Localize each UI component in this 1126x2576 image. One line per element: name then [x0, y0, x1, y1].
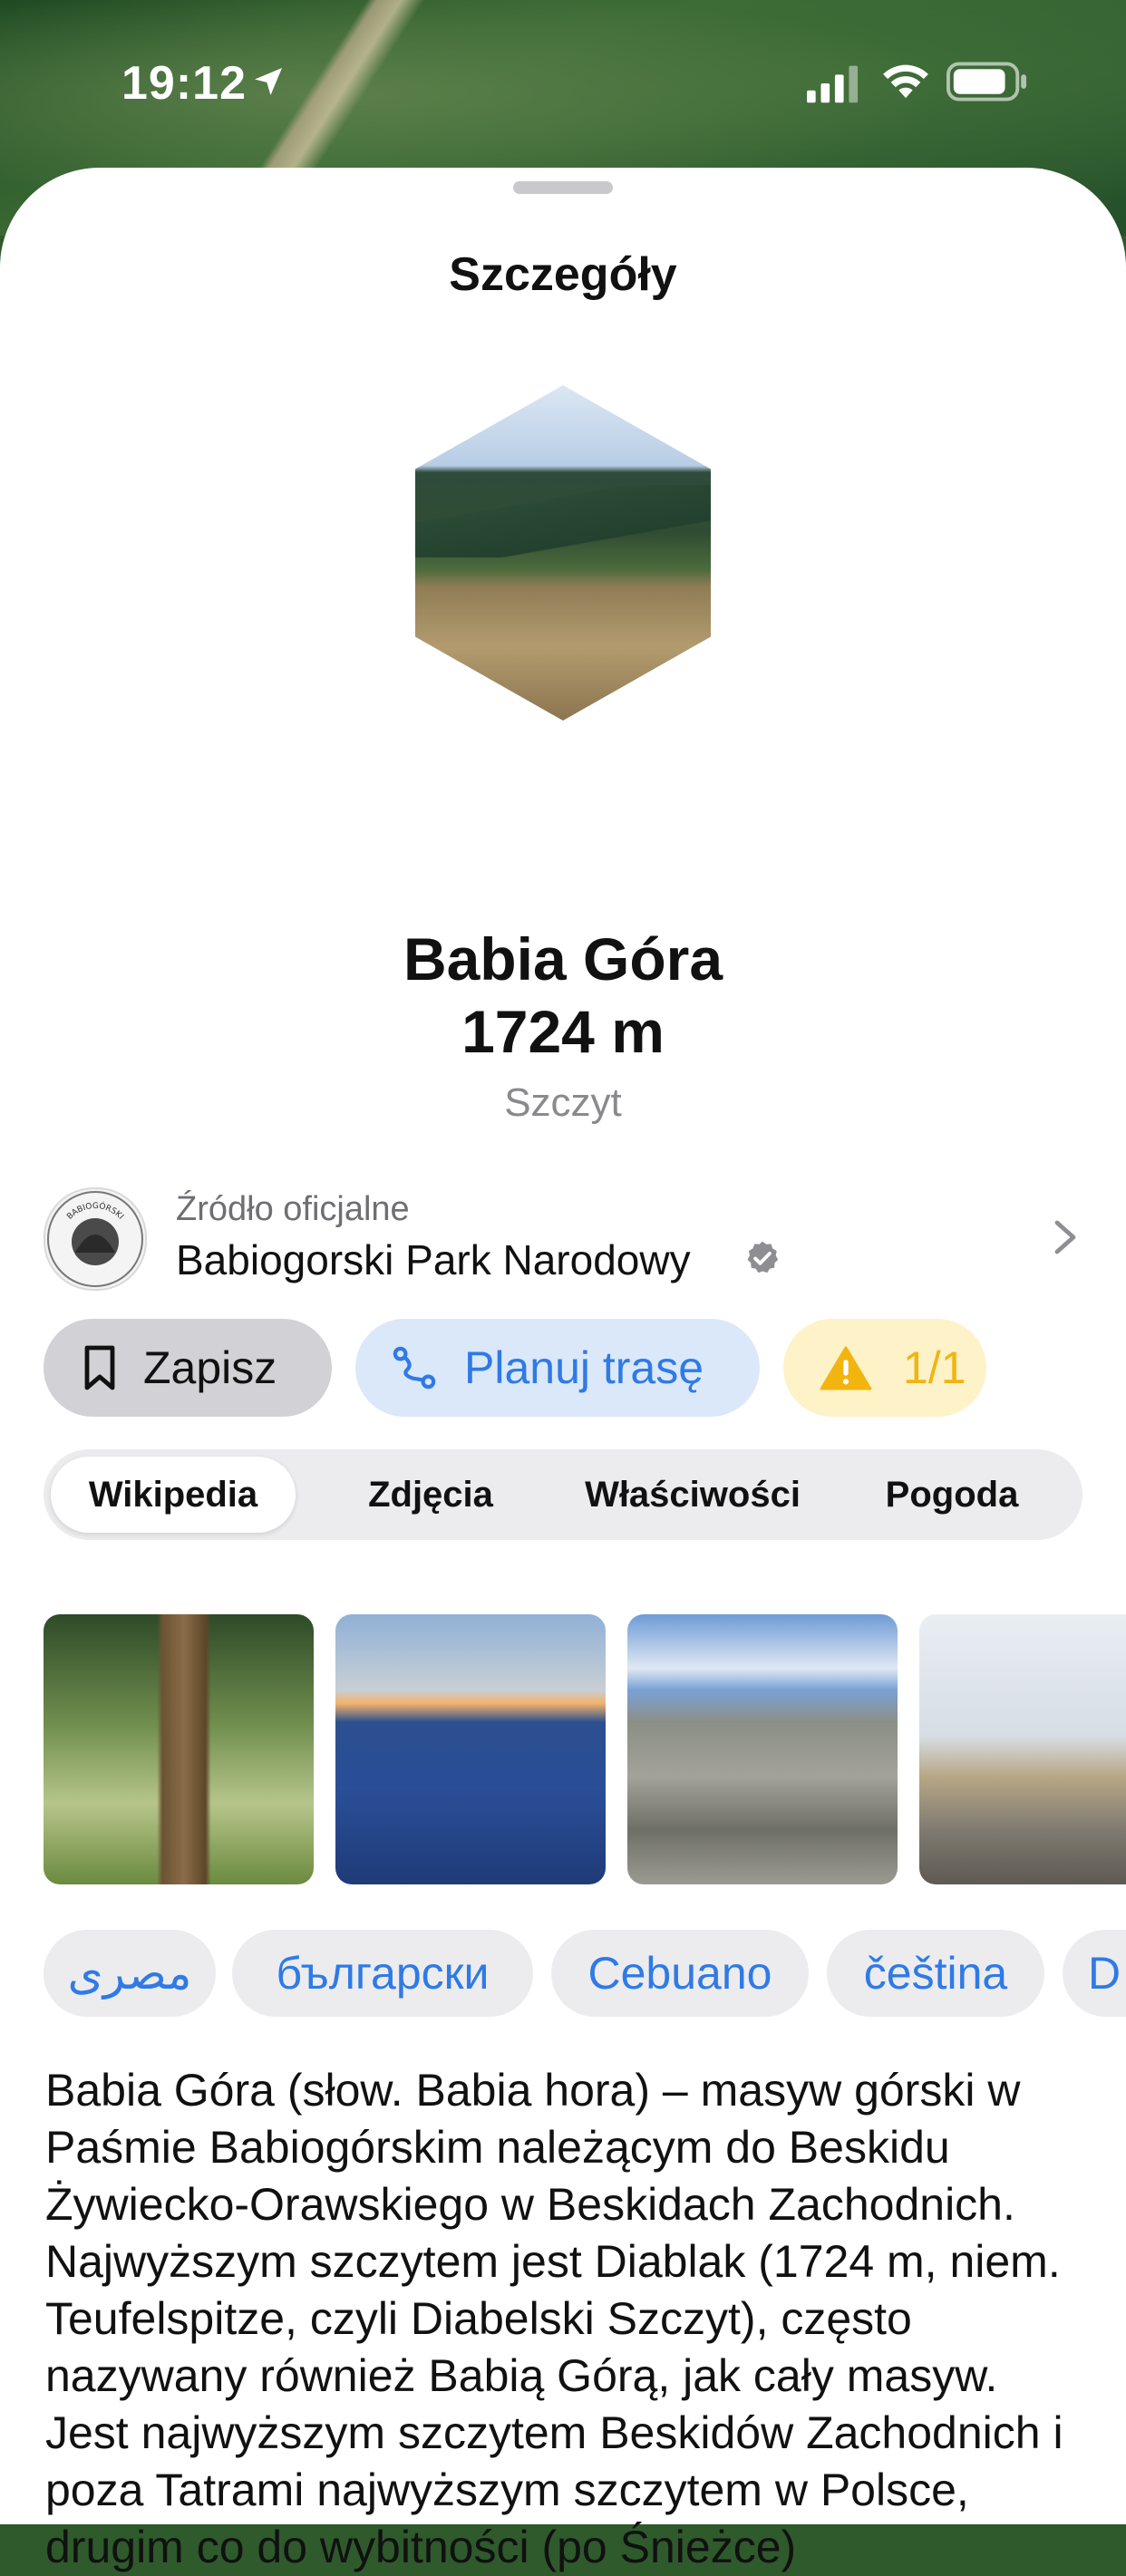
tab-photos[interactable]: Zdjęcia [308, 1457, 553, 1533]
details-sheet: Szczegóły Babia Góra 1724 m Szczyt BABIO… [0, 168, 1126, 2572]
details-tabs: Wikipedia Zdjęcia Właściwości Pogoda [44, 1449, 1082, 1540]
wikipedia-article-text: Babia Góra (słow. Babia hora) – masyw gó… [45, 2065, 1063, 2572]
warnings-button[interactable]: 1/1 [783, 1319, 986, 1417]
sheet-title: Szczegóły [449, 248, 677, 301]
tab-weather[interactable]: Pogoda [829, 1457, 1075, 1533]
save-button[interactable]: Zapisz [44, 1319, 332, 1417]
warning-count: 1/1 [903, 1342, 966, 1393]
sheet-grabber[interactable] [513, 181, 613, 194]
language-chip[interactable]: D [1063, 1930, 1126, 2017]
status-time: 19:12 [121, 57, 247, 110]
bookmark-icon [84, 1345, 115, 1390]
verified-badge-icon [747, 1241, 779, 1273]
cellular-signal-icon [807, 65, 859, 103]
peak-name: Babia Góra [403, 925, 723, 993]
warning-triangle-icon [820, 1346, 872, 1390]
wifi-icon [883, 64, 928, 99]
route-icon [393, 1346, 436, 1390]
peak-elevation: 1724 m [461, 998, 665, 1065]
language-chip[interactable]: Cebuano [551, 1930, 809, 2017]
gallery-photo[interactable] [335, 1614, 606, 1884]
tab-wikipedia[interactable]: Wikipedia [51, 1457, 296, 1533]
status-bar: 19:12 [0, 0, 1126, 163]
gallery-photo[interactable] [627, 1614, 898, 1884]
plan-route-button[interactable]: Planuj trasę [355, 1319, 760, 1417]
save-label: Zapisz [143, 1342, 277, 1393]
peak-type: Szczyt [504, 1080, 622, 1125]
language-chip[interactable]: čeština [827, 1930, 1044, 2017]
gallery-photo[interactable] [919, 1614, 1126, 1884]
language-chips: مصرى български Cebuano čeština D [44, 1930, 1126, 2017]
official-source-row[interactable]: BABIOGÓRSKI Źródło oficjalne Babiogorski… [44, 1183, 1082, 1292]
chevron-right-icon [1054, 1220, 1076, 1254]
language-chip[interactable]: български [232, 1930, 533, 2017]
gallery-photo[interactable] [44, 1614, 314, 1884]
peak-photo-hexagon[interactable] [415, 385, 711, 721]
language-chip[interactable]: مصرى [44, 1930, 216, 2017]
source-name: Babiogorski Park Narodowy [176, 1236, 691, 1283]
source-caption: Źródło oficjalne [176, 1190, 410, 1228]
park-logo: BABIOGÓRSKI [44, 1187, 147, 1291]
battery-icon [946, 62, 1027, 102]
tab-properties[interactable]: Właściwości [566, 1457, 820, 1533]
photo-gallery [44, 1614, 1126, 1886]
location-arrow-icon [255, 68, 282, 95]
route-label: Planuj trasę [464, 1342, 704, 1393]
